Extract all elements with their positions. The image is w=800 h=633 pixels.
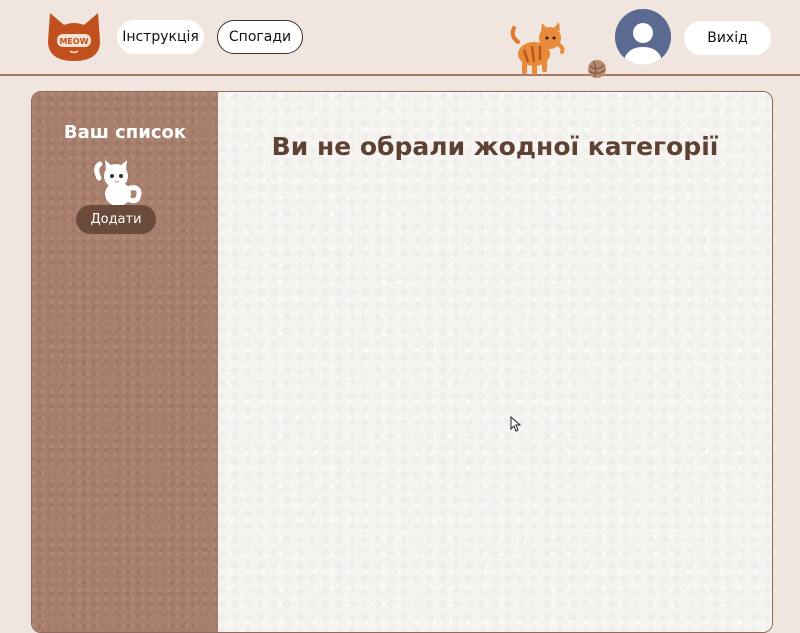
- exit-label: Вихід: [707, 30, 748, 46]
- avatar-silhouette-icon: [615, 9, 671, 65]
- instructions-button[interactable]: Інструкція: [117, 20, 204, 54]
- waving-cat-icon: [94, 160, 142, 206]
- add-button-label: Додати: [90, 212, 142, 227]
- mouse-pointer-icon: [510, 416, 521, 432]
- instructions-label: Інструкція: [122, 29, 199, 45]
- content-area: Ви не обрали жодної категорії: [218, 92, 772, 632]
- walking-cat-icon: [510, 22, 565, 75]
- add-button[interactable]: Додати: [76, 205, 156, 234]
- empty-category-message: Ви не обрали жодної категорії: [271, 132, 719, 161]
- memories-button[interactable]: Спогади: [217, 20, 303, 54]
- meow-cat-logo-icon[interactable]: MEOW: [46, 11, 102, 63]
- memories-label: Спогади: [228, 29, 292, 45]
- sidebar-title: Ваш список: [63, 122, 187, 143]
- user-avatar-icon[interactable]: [615, 9, 671, 65]
- main-panel: Ваш список Додати Ви не обрали жодної ка…: [31, 91, 773, 633]
- yarn-ball-icon: [588, 60, 606, 78]
- exit-button[interactable]: Вихід: [684, 21, 771, 55]
- top-header: MEOW Інструкція Спогади Вихід: [0, 0, 800, 78]
- logo-text: MEOW: [59, 37, 88, 46]
- sidebar: Ваш список Додати: [32, 92, 218, 632]
